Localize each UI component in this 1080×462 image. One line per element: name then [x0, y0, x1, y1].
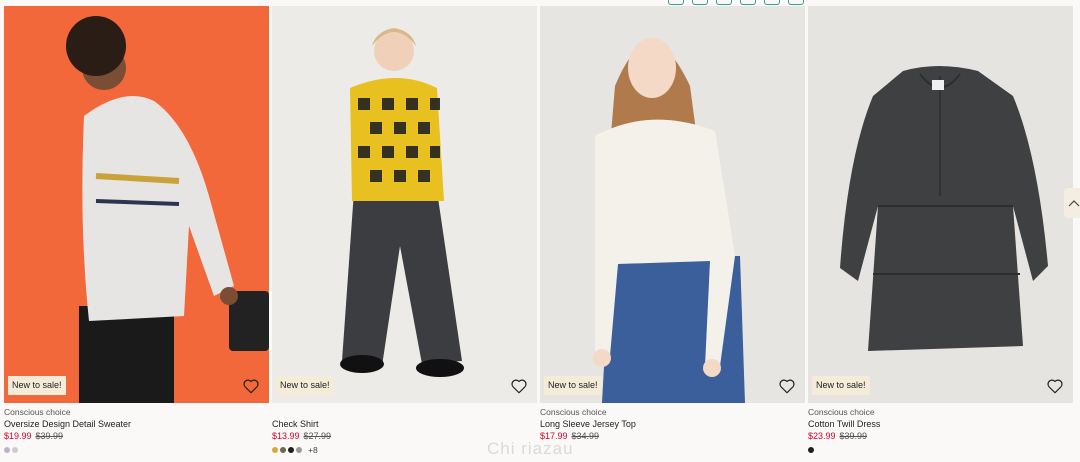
color-swatches: [808, 445, 1073, 455]
color-swatch[interactable]: [4, 447, 10, 453]
sale-price: $19.99: [4, 431, 32, 441]
product-prices: $19.99 $39.99: [4, 430, 269, 443]
color-swatch[interactable]: [288, 447, 294, 453]
sale-badge: New to sale!: [8, 376, 66, 395]
product-name[interactable]: Check Shirt: [272, 418, 537, 430]
original-price: $39.99: [839, 431, 868, 441]
product-image[interactable]: [4, 6, 269, 403]
sale-badge: New to sale!: [812, 376, 870, 395]
product-info: Conscious choice Long Sleeve Jersey Top …: [540, 407, 805, 455]
product-card[interactable]: New to sale! Conscious choice Cotton Twi…: [808, 6, 1073, 462]
toolbar-icon-6[interactable]: [788, 0, 804, 5]
product-card[interactable]: New to sale! Conscious choice Long Sleev…: [540, 6, 805, 462]
toolbar-icon-4[interactable]: [740, 0, 756, 5]
product-image[interactable]: [540, 6, 805, 403]
heart-icon[interactable]: [242, 377, 260, 395]
color-swatches: [540, 445, 805, 455]
product-prices: $23.99 $39.99: [808, 430, 1073, 443]
heart-icon[interactable]: [1046, 377, 1064, 395]
product-image[interactable]: [272, 6, 537, 403]
color-swatch[interactable]: [272, 447, 278, 453]
product-name[interactable]: Oversize Design Detail Sweater: [4, 418, 269, 430]
color-swatch[interactable]: [808, 447, 814, 453]
original-price: $34.99: [571, 431, 600, 441]
heart-icon[interactable]: [510, 377, 528, 395]
watermark-text: Chi riazau: [487, 439, 574, 458]
product-name[interactable]: Long Sleeve Jersey Top: [540, 418, 805, 430]
original-price: $39.99: [35, 431, 64, 441]
conscious-label: Conscious choice: [540, 407, 607, 417]
heart-icon[interactable]: [778, 377, 796, 395]
conscious-label: [272, 407, 537, 418]
product-card[interactable]: New to sale! Check Shirt $13.99 $27.99 +8: [272, 6, 537, 462]
color-swatch[interactable]: [280, 447, 286, 453]
product-card[interactable]: New to sale! Conscious choice Oversize D…: [4, 6, 269, 462]
toolbar-icon-5[interactable]: [764, 0, 780, 5]
sale-badge: New to sale!: [544, 376, 602, 395]
product-name[interactable]: Cotton Twill Dress: [808, 418, 1073, 430]
sale-badge: New to sale!: [276, 376, 334, 395]
sale-price: $23.99: [808, 431, 836, 441]
conscious-label: Conscious choice: [808, 407, 875, 417]
original-price: $27.99: [303, 431, 332, 441]
color-swatches: [4, 445, 269, 455]
toolbar-icon-2[interactable]: [692, 0, 708, 5]
toolbar-icon-3[interactable]: [716, 0, 732, 5]
sale-price: $13.99: [272, 431, 300, 441]
product-info: Conscious choice Oversize Design Detail …: [4, 407, 269, 455]
product-prices: $17.99 $34.99: [540, 430, 805, 443]
scroll-to-top-button[interactable]: [1064, 188, 1080, 218]
arrow-up-icon: [1068, 200, 1080, 207]
conscious-label: Conscious choice: [4, 407, 71, 417]
color-swatch[interactable]: [296, 447, 302, 453]
toolbar-icon-1[interactable]: [668, 0, 684, 5]
product-grid: New to sale! Conscious choice Oversize D…: [4, 6, 1073, 462]
color-swatch[interactable]: [12, 447, 18, 453]
product-info: Conscious choice Cotton Twill Dress $23.…: [808, 407, 1073, 455]
more-colors-link[interactable]: +8: [308, 445, 318, 455]
product-image[interactable]: [808, 6, 1073, 403]
